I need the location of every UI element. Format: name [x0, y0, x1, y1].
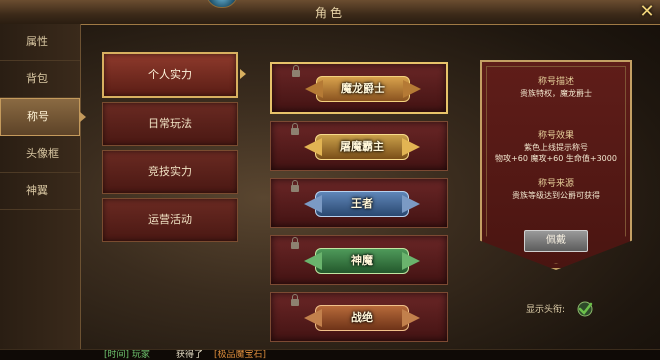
category-events[interactable]: 运营活动	[102, 198, 238, 242]
lock-icon	[291, 123, 299, 135]
window-title: 角色	[314, 6, 345, 20]
chat-action: 获得了	[176, 350, 204, 360]
sidebar-item-titles[interactable]: 称号	[0, 98, 86, 136]
chat-player: [时间] 玩家	[104, 350, 150, 360]
title-badge: 王者	[304, 191, 420, 217]
title-card[interactable]: 战绝	[270, 292, 448, 342]
category-daily-play[interactable]: 日常玩法	[102, 102, 238, 146]
sidebar-item-divine-wings[interactable]: 神翼	[0, 173, 80, 210]
sidebar: 属性 背包 称号 头像框 神翼	[0, 24, 86, 350]
title-card[interactable]: 屠魔霸主	[270, 121, 448, 171]
title-badge: 魔龙爵士	[305, 76, 421, 102]
effect-text-2: 物攻+60 魔攻+60 生命值+3000	[495, 154, 617, 163]
title-badge: 屠魔霸主	[304, 134, 420, 160]
lock-icon	[292, 65, 300, 77]
category-personal-strength[interactable]: 个人实力	[102, 52, 246, 98]
show-title-toggle[interactable]: 显示头衔:	[526, 298, 594, 316]
game-window: 角色 ✕ 属性 背包 称号 头像框 神翼 个人实力 日常玩法 竞技实力 运营活动…	[0, 0, 660, 360]
title-bar: 角色 ✕	[0, 0, 660, 25]
title-badge: 神魔	[304, 248, 420, 274]
equip-button[interactable]: 佩戴	[524, 230, 588, 252]
sidebar-item-bag[interactable]: 背包	[0, 61, 80, 98]
title-card[interactable]: 魔龙爵士	[270, 62, 448, 114]
close-icon[interactable]: ✕	[638, 3, 656, 22]
sidebar-item-avatar-frame[interactable]: 头像框	[0, 136, 80, 173]
lock-icon	[291, 237, 299, 249]
description-heading: 称号描述	[537, 77, 574, 87]
title-card[interactable]: 王者	[270, 178, 448, 228]
sidebar-item-attributes[interactable]: 属性	[0, 24, 80, 61]
effect-text-1: 紫色上线提示称号	[524, 143, 588, 152]
show-title-label: 显示头衔:	[526, 305, 566, 315]
lock-icon	[291, 180, 299, 192]
effect-heading: 称号效果	[537, 131, 574, 141]
chat-item: [极品魔宝石]	[214, 350, 267, 360]
title-detail-banner: 称号描述 贵族特权，魔龙爵士 称号效果 紫色上线提示称号 物攻+60 魔攻+60…	[480, 60, 632, 270]
lock-icon	[291, 294, 299, 306]
source-text: 贵族等级达到公爵可获得	[512, 191, 600, 200]
description-text: 贵族特权，魔龙爵士	[520, 89, 592, 98]
category-list: 个人实力 日常玩法 竞技实力 运营活动	[102, 52, 246, 246]
category-arena-strength[interactable]: 竞技实力	[102, 150, 238, 194]
title-list: 魔龙爵士 屠魔霸主 王者 神魔 战绝	[270, 62, 448, 349]
checkmark-icon[interactable]	[576, 301, 594, 317]
source-heading: 称号来源	[537, 179, 574, 189]
chat-strip: [时间] 玩家 获得了 [极品魔宝石]	[0, 349, 660, 360]
title-card[interactable]: 神魔	[270, 235, 448, 285]
title-badge: 战绝	[304, 305, 420, 331]
